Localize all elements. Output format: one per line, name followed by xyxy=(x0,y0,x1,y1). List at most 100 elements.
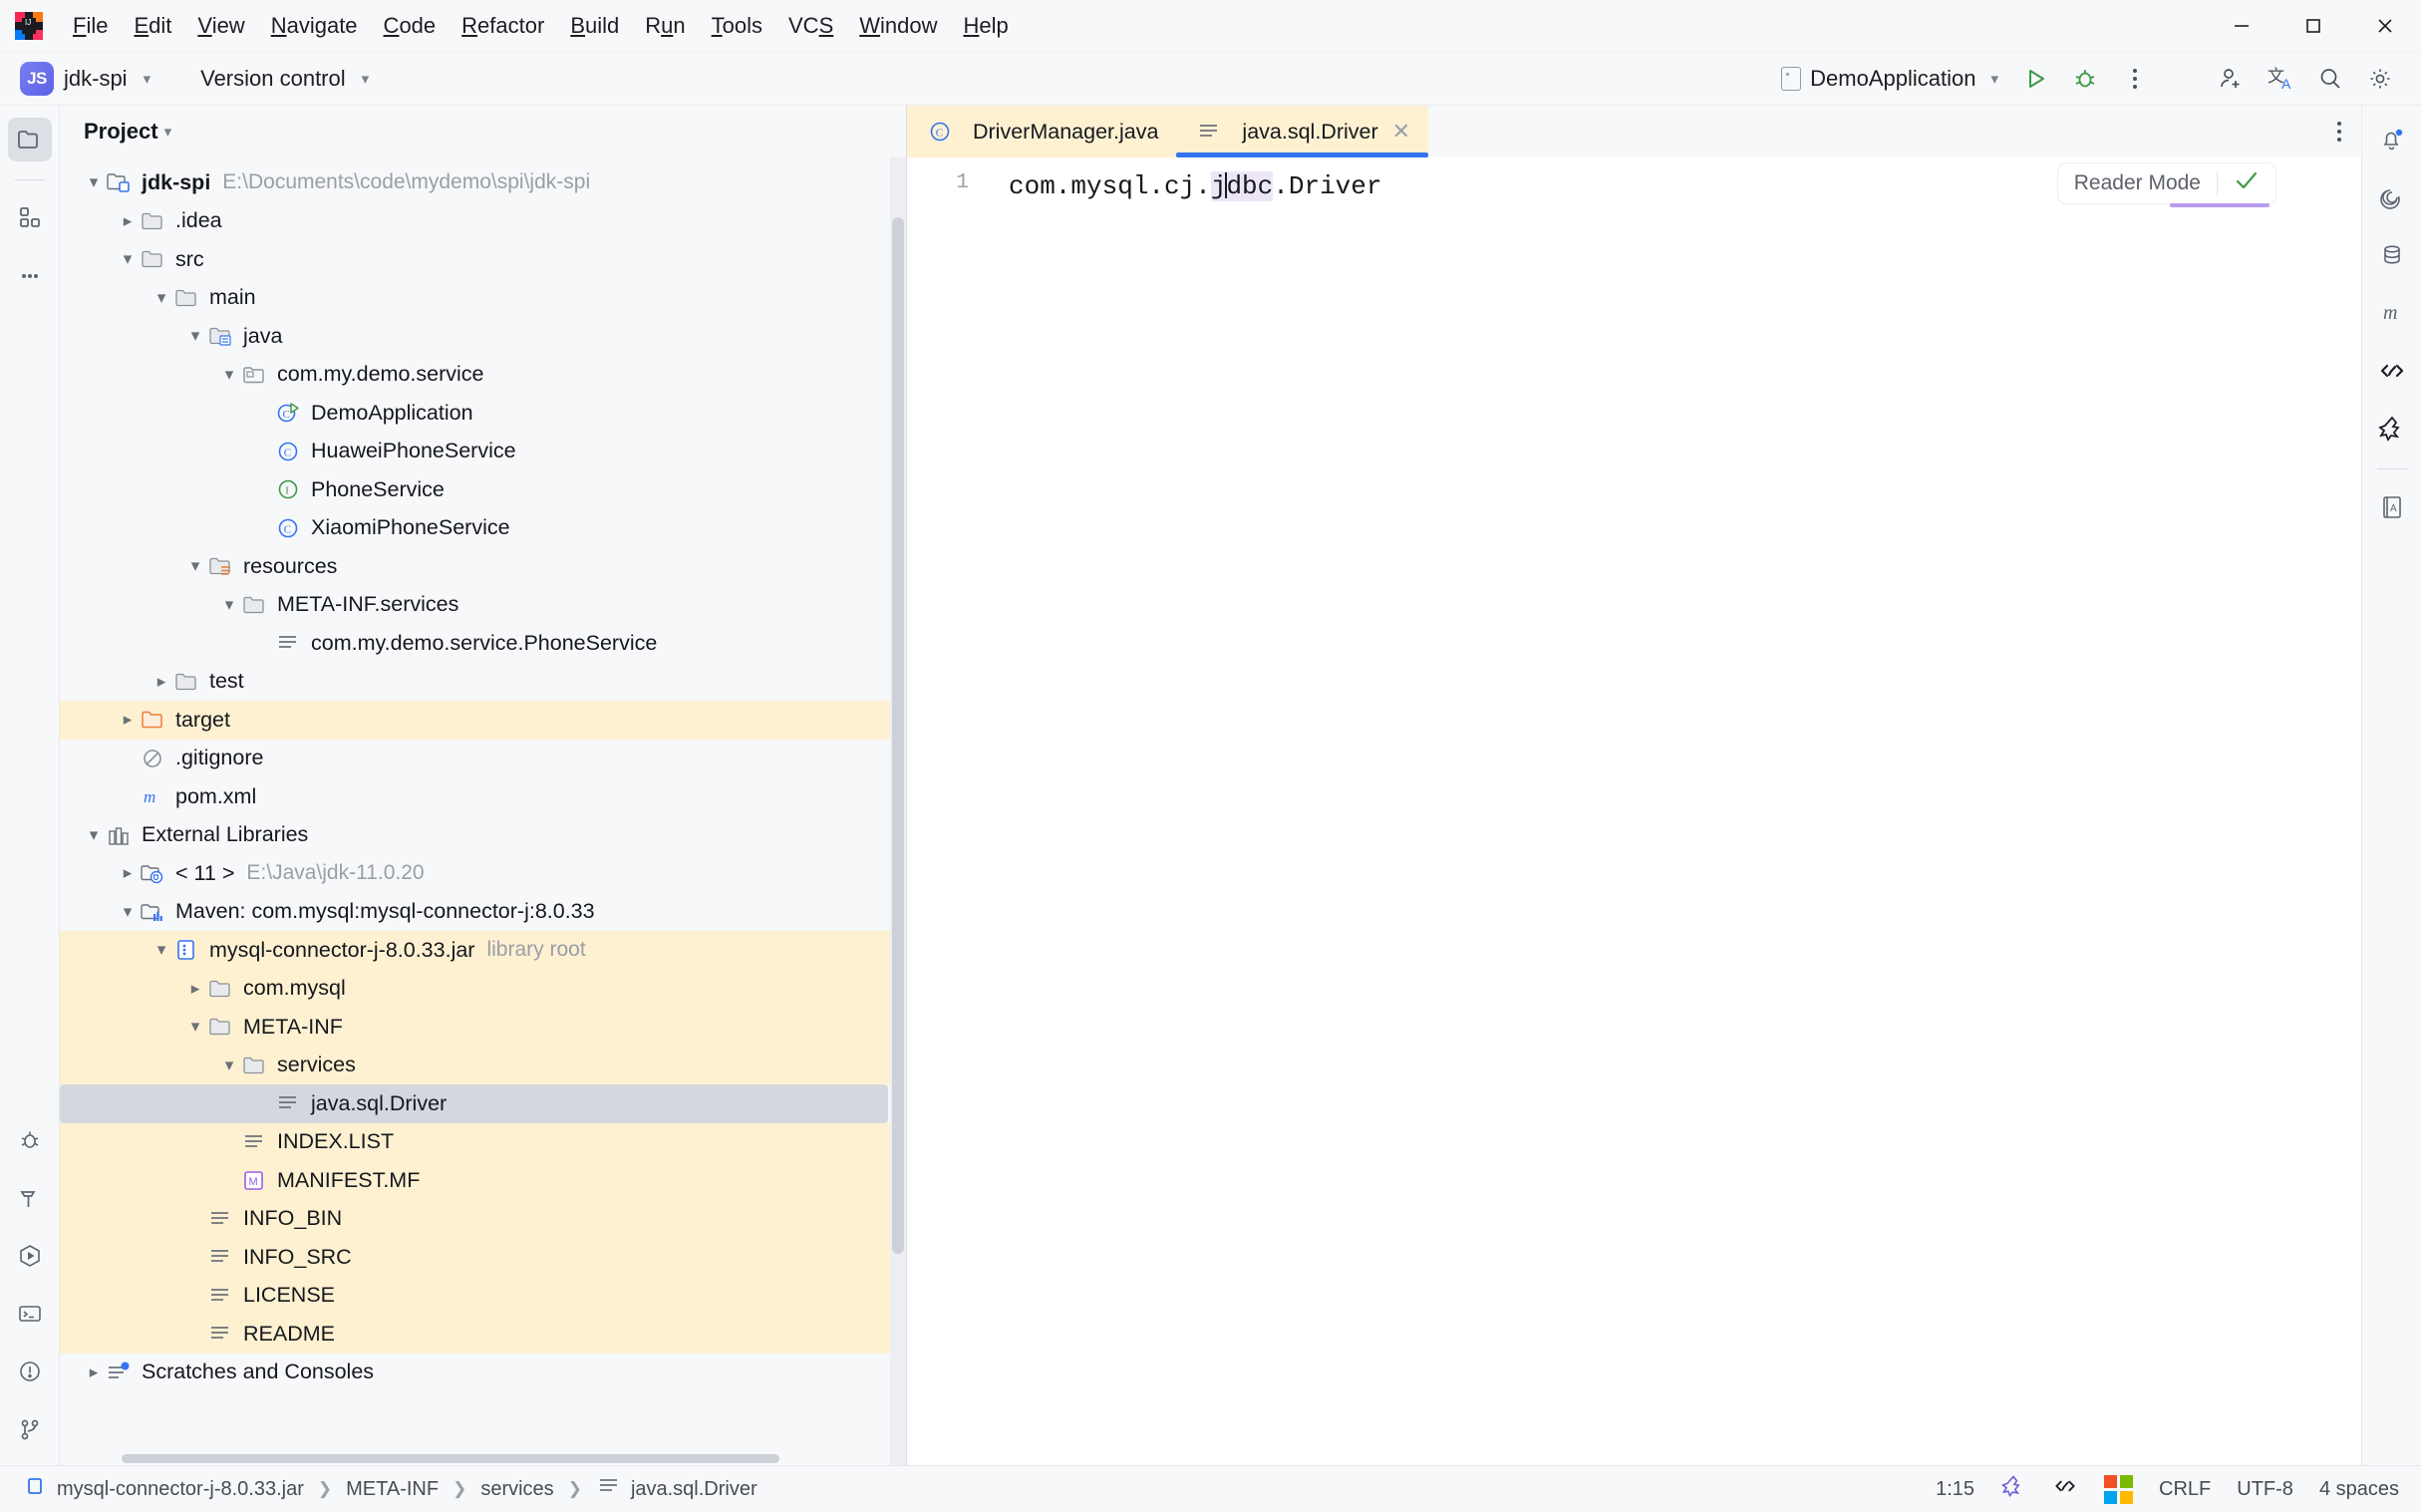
tree-node-test[interactable]: ▸ test xyxy=(60,663,906,702)
chevron-down-icon[interactable]: ▾ xyxy=(118,249,138,269)
close-tab-icon[interactable]: ✕ xyxy=(1392,119,1410,145)
editor-tab-java-sql-driver[interactable]: java.sql.Driver ✕ xyxy=(1176,106,1429,157)
git-tool-window-button[interactable] xyxy=(8,1407,52,1451)
tree-node-resources[interactable]: ▾ resources xyxy=(60,547,906,586)
tree-node-java-sql-driver[interactable]: java.sql.Driver xyxy=(60,1084,906,1123)
maximize-button[interactable] xyxy=(2277,0,2349,52)
tree-node-com-mysql[interactable]: ▸ com.mysql xyxy=(60,969,906,1008)
tree-node-info-src[interactable]: INFO_SRC xyxy=(60,1238,906,1277)
menu-code[interactable]: Code xyxy=(371,9,450,43)
code-area[interactable]: 1 com.mysql.cj.jdbc.Driver Reader Mode xyxy=(907,157,2361,1465)
tree-node-xiaomiphoneservice[interactable]: C XiaomiPhoneService xyxy=(60,509,906,548)
reader-mode-indicator[interactable]: Reader Mode xyxy=(2057,163,2275,203)
tree-node-info-bin[interactable]: INFO_BIN xyxy=(60,1199,906,1238)
menu-edit[interactable]: Edit xyxy=(121,9,184,43)
chevron-down-icon[interactable]: ▾ xyxy=(185,1017,205,1037)
chevron-right-icon[interactable]: ▸ xyxy=(118,710,138,730)
code-view[interactable]: com.mysql.cj.jdbc.Driver Reader Mode xyxy=(983,157,2361,1465)
terminal-tool-window-button[interactable] xyxy=(8,1292,52,1336)
version-control-button[interactable]: Version control xyxy=(200,66,346,92)
tree-node-index-list[interactable]: INDEX.LIST xyxy=(60,1122,906,1161)
tree-node-com-my-demo-service-phoneservice[interactable]: com.my.demo.service.PhoneService xyxy=(60,624,906,663)
menu-file[interactable]: File xyxy=(60,9,121,43)
code-with-me-status-icon[interactable] xyxy=(2052,1473,2078,1505)
editor-tabs-more-button[interactable] xyxy=(2337,106,2361,157)
chevron-right-icon[interactable]: ▸ xyxy=(118,211,138,231)
settings-button[interactable] xyxy=(2357,56,2403,102)
chevron-down-icon[interactable]: ▾ xyxy=(84,825,104,845)
close-button[interactable] xyxy=(2349,0,2421,52)
menu-tools[interactable]: Tools xyxy=(699,9,775,43)
tree-node-maven-com-mysql-mysql-connector-j-8-0-33[interactable]: ▾ Maven: com.mysql:mysql-connector-j:8.0.… xyxy=(60,893,906,932)
chevron-right-icon[interactable]: ▸ xyxy=(84,1362,104,1382)
code-with-me-button[interactable] xyxy=(2370,349,2414,393)
windows-plugin-icon[interactable] xyxy=(2104,1474,2134,1504)
tree-node-phoneservice[interactable]: I PhoneService xyxy=(60,470,906,509)
chevron-right-icon[interactable]: ▸ xyxy=(185,979,205,999)
inspection-ok-icon[interactable] xyxy=(2234,168,2260,199)
breadcrumb-item-meta-inf[interactable]: META-INF xyxy=(342,1478,443,1501)
tree-node-src[interactable]: ▾ src xyxy=(60,240,906,279)
debug-tool-window-button[interactable] xyxy=(8,1118,52,1162)
version-control-chevron-down-icon[interactable]: ▾ xyxy=(362,70,370,88)
chevron-down-icon[interactable]: ▾ xyxy=(84,172,104,192)
tree-node-meta-inf[interactable]: ▾ META-INF xyxy=(60,1008,906,1047)
tree-node-meta-inf-services[interactable]: ▾ META-INF.services xyxy=(60,586,906,625)
search-button[interactable] xyxy=(2307,56,2353,102)
breadcrumb-item-services[interactable]: services xyxy=(476,1478,557,1501)
line-separator[interactable]: CRLF xyxy=(2159,1478,2211,1501)
project-horizontal-scrollbar[interactable] xyxy=(60,1451,890,1465)
tree-node-gitignore[interactable]: .gitignore xyxy=(60,740,906,778)
menu-view[interactable]: View xyxy=(184,9,257,43)
chevron-down-icon[interactable]: ▾ xyxy=(185,326,205,346)
tree-node-main[interactable]: ▾ main xyxy=(60,279,906,318)
menu-navigate[interactable]: Navigate xyxy=(258,9,371,43)
tree-node-license[interactable]: LICENSE xyxy=(60,1276,906,1315)
chevron-down-icon[interactable]: ▾ xyxy=(219,595,239,615)
editor-tab-drivermanager-java[interactable]: C DriverManager.java xyxy=(907,106,1177,157)
tree-node-jdk-spi[interactable]: ▾ jdk-spi E:\Documents\code\mydemo\spi\jdk… xyxy=(60,163,906,202)
project-chevron-down-icon[interactable]: ▾ xyxy=(144,70,151,88)
tree-node-services[interactable]: ▾ services xyxy=(60,1046,906,1084)
dictionary-button[interactable]: A xyxy=(2370,485,2414,529)
build-tool-window-button[interactable] xyxy=(8,1176,52,1220)
file-encoding[interactable]: UTF-8 xyxy=(2237,1478,2293,1501)
project-tree[interactable]: ▾ jdk-spi E:\Documents\code\mydemo\spi\jdk… xyxy=(60,157,906,1465)
database-button[interactable] xyxy=(2370,233,2414,277)
tree-node-11[interactable]: ▸ < 11 > E:\Java\jdk-11.0.20 xyxy=(60,854,906,893)
maven-button[interactable]: m xyxy=(2370,291,2414,335)
run-tool-window-button[interactable] xyxy=(8,1234,52,1278)
ai-assistant-button[interactable] xyxy=(2370,175,2414,219)
project-vertical-scrollbar[interactable] xyxy=(890,157,906,1465)
tree-node-scratches-and-consoles[interactable]: ▸ Scratches and Consoles xyxy=(60,1354,906,1392)
menu-build[interactable]: Build xyxy=(557,9,632,43)
gitee-button[interactable] xyxy=(2370,407,2414,451)
menu-run[interactable]: Run xyxy=(632,9,698,43)
chevron-down-icon[interactable]: ▾ xyxy=(151,940,171,960)
chevron-right-icon[interactable]: ▸ xyxy=(118,863,138,883)
run-button[interactable] xyxy=(2012,56,2058,102)
tree-node-readme[interactable]: README xyxy=(60,1315,906,1354)
translate-button[interactable]: 文 A xyxy=(2258,56,2303,102)
notifications-button[interactable] xyxy=(2370,118,2414,161)
tree-node-idea[interactable]: ▸ .idea xyxy=(60,202,906,241)
run-configuration-selector[interactable]: DemoApplication ▾ xyxy=(1771,61,2008,97)
caret-position[interactable]: 1:15 xyxy=(1936,1478,1974,1501)
structure-tool-window-button[interactable] xyxy=(8,196,52,240)
debug-button[interactable] xyxy=(2062,56,2108,102)
problems-tool-window-button[interactable] xyxy=(8,1350,52,1393)
chevron-down-icon[interactable]: ▾ xyxy=(151,288,171,308)
breadcrumb-item-java-sql-driver[interactable]: java.sql.Driver xyxy=(592,1473,761,1505)
menu-refactor[interactable]: Refactor xyxy=(449,9,557,43)
breadcrumb-item-mysql-connector-j-8-0-33-jar[interactable]: mysql-connector-j-8.0.33.jar xyxy=(18,1473,308,1505)
more-tool-windows-button[interactable] xyxy=(8,254,52,298)
minimize-button[interactable] xyxy=(2206,0,2277,52)
menu-vcs[interactable]: VCS xyxy=(775,9,846,43)
project-panel-chevron-down-icon[interactable]: ▾ xyxy=(164,123,172,141)
chevron-right-icon[interactable]: ▸ xyxy=(151,672,171,692)
chevron-down-icon[interactable]: ▾ xyxy=(118,902,138,922)
tree-node-com-my-demo-service[interactable]: ▾ com.my.demo.service xyxy=(60,356,906,395)
project-tool-window-button[interactable] xyxy=(7,118,52,161)
more-actions-button[interactable] xyxy=(2112,56,2158,102)
project-name-label[interactable]: jdk-spi xyxy=(64,66,128,92)
